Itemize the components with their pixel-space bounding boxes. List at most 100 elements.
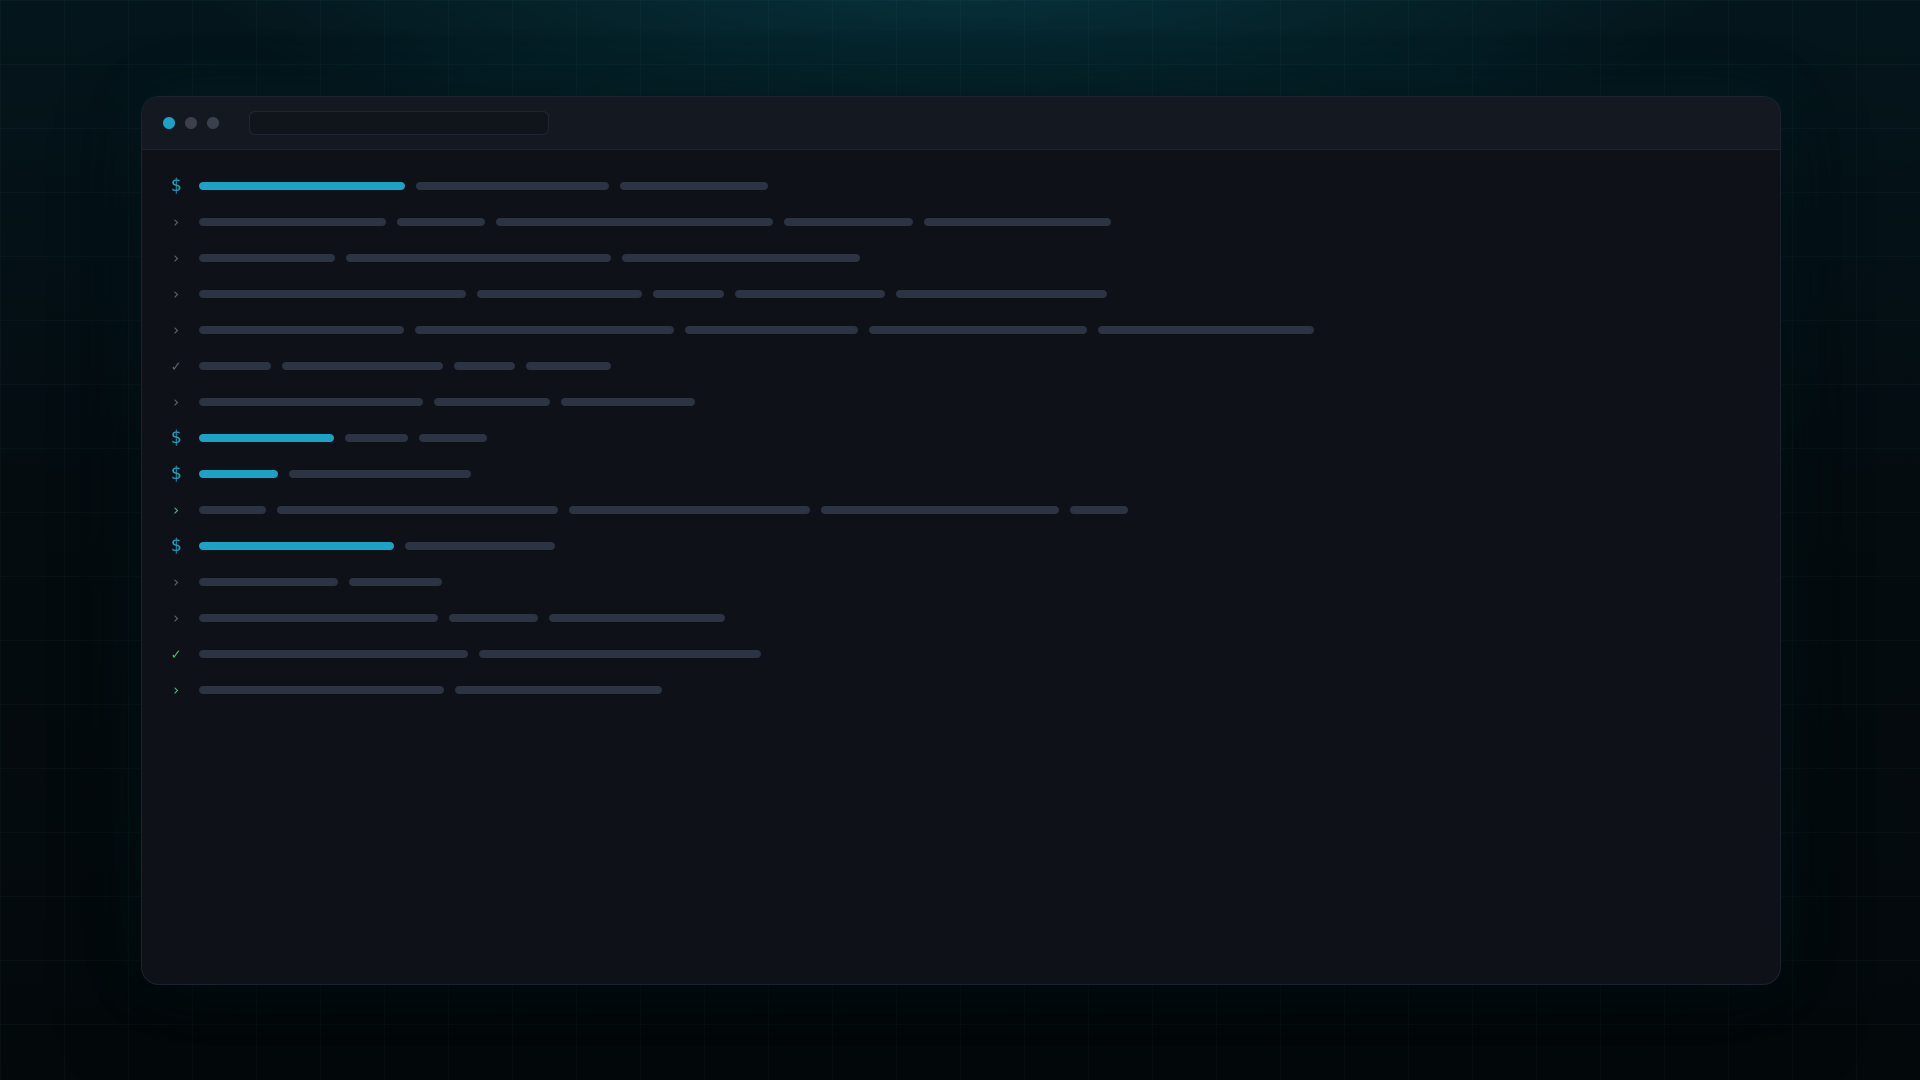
prompt-dollar-icon: $ bbox=[170, 427, 182, 448]
terminal-prompt-line: $ bbox=[142, 456, 1780, 492]
text-placeholder bbox=[784, 218, 913, 226]
text-placeholder bbox=[416, 182, 609, 190]
line-content bbox=[199, 326, 1325, 334]
chevron-right-icon: › bbox=[171, 501, 181, 519]
text-placeholder bbox=[199, 506, 266, 514]
window-dot-active[interactable] bbox=[163, 117, 175, 129]
text-placeholder bbox=[526, 362, 611, 370]
chevron-right-icon: › bbox=[171, 681, 181, 699]
text-placeholder bbox=[199, 650, 468, 658]
line-content bbox=[199, 290, 1118, 298]
text-placeholder bbox=[345, 434, 408, 442]
text-placeholder bbox=[434, 398, 550, 406]
text-placeholder bbox=[199, 362, 271, 370]
chevron-right-icon: › bbox=[171, 609, 181, 627]
terminal-output-line: › bbox=[142, 600, 1780, 636]
text-placeholder bbox=[199, 326, 404, 334]
text-placeholder bbox=[653, 290, 724, 298]
text-placeholder bbox=[622, 254, 860, 262]
terminal-output-line: › bbox=[142, 240, 1780, 276]
line-content bbox=[199, 362, 622, 370]
text-placeholder bbox=[449, 614, 538, 622]
command-text-placeholder bbox=[199, 434, 334, 442]
text-placeholder bbox=[349, 578, 442, 586]
text-placeholder bbox=[397, 218, 485, 226]
terminal-output-line: › bbox=[142, 204, 1780, 240]
chevron-right-icon: › bbox=[171, 249, 181, 267]
text-placeholder bbox=[569, 506, 810, 514]
terminal-prompt-line: $ bbox=[142, 420, 1780, 456]
line-content bbox=[199, 614, 736, 622]
text-placeholder bbox=[199, 254, 335, 262]
prompt-dollar-icon: $ bbox=[170, 535, 182, 556]
line-content bbox=[199, 650, 772, 658]
text-placeholder bbox=[277, 506, 558, 514]
line-content bbox=[199, 506, 1139, 514]
window-dot[interactable] bbox=[207, 117, 219, 129]
line-content bbox=[199, 578, 453, 586]
terminal-output-line: › bbox=[142, 384, 1780, 420]
chevron-right-icon: › bbox=[171, 213, 181, 231]
chevron-right-icon: › bbox=[171, 393, 181, 411]
command-text-placeholder bbox=[199, 542, 394, 550]
text-placeholder bbox=[419, 434, 487, 442]
text-placeholder bbox=[199, 290, 466, 298]
title-bar bbox=[142, 97, 1780, 150]
command-text-placeholder bbox=[199, 470, 278, 478]
terminal-output-line: ✓ bbox=[142, 348, 1780, 384]
terminal-body: $ › › › › ✓ › $ $ › $ › › ✓ › bbox=[142, 150, 1780, 708]
text-placeholder bbox=[896, 290, 1107, 298]
text-placeholder bbox=[454, 362, 515, 370]
text-placeholder bbox=[289, 470, 471, 478]
text-placeholder bbox=[199, 686, 444, 694]
text-placeholder bbox=[869, 326, 1087, 334]
chevron-right-icon: › bbox=[171, 321, 181, 339]
text-placeholder bbox=[549, 614, 725, 622]
text-placeholder bbox=[199, 398, 423, 406]
line-content bbox=[199, 254, 871, 262]
text-placeholder bbox=[346, 254, 611, 262]
terminal-prompt-line: $ bbox=[142, 528, 1780, 564]
text-placeholder bbox=[924, 218, 1111, 226]
line-content bbox=[199, 182, 779, 190]
line-content bbox=[199, 398, 706, 406]
text-placeholder bbox=[415, 326, 674, 334]
text-placeholder bbox=[477, 290, 642, 298]
text-placeholder bbox=[199, 614, 438, 622]
line-content bbox=[199, 542, 566, 550]
chevron-right-icon: › bbox=[171, 573, 181, 591]
text-placeholder bbox=[455, 686, 662, 694]
prompt-dollar-icon: $ bbox=[170, 463, 182, 484]
check-icon: ✓ bbox=[171, 357, 181, 375]
text-placeholder bbox=[199, 578, 338, 586]
text-placeholder bbox=[496, 218, 773, 226]
text-placeholder bbox=[1098, 326, 1314, 334]
command-text-placeholder bbox=[199, 182, 405, 190]
text-placeholder bbox=[479, 650, 761, 658]
text-placeholder bbox=[685, 326, 858, 334]
line-content bbox=[199, 218, 1122, 226]
line-content bbox=[199, 470, 482, 478]
text-placeholder bbox=[620, 182, 768, 190]
terminal-output-line: › bbox=[142, 672, 1780, 708]
terminal-output-line: › bbox=[142, 276, 1780, 312]
window-dot[interactable] bbox=[185, 117, 197, 129]
terminal-output-line: › bbox=[142, 492, 1780, 528]
line-content bbox=[199, 686, 673, 694]
terminal-prompt-line: $ bbox=[142, 168, 1780, 204]
terminal-window: $ › › › › ✓ › $ $ › $ › › ✓ › bbox=[141, 96, 1781, 985]
check-icon: ✓ bbox=[171, 645, 181, 663]
text-placeholder bbox=[561, 398, 695, 406]
text-placeholder bbox=[1070, 506, 1128, 514]
chevron-right-icon: › bbox=[171, 285, 181, 303]
text-placeholder bbox=[735, 290, 885, 298]
text-placeholder bbox=[199, 218, 386, 226]
address-bar[interactable] bbox=[249, 111, 549, 135]
terminal-output-line: › bbox=[142, 564, 1780, 600]
prompt-dollar-icon: $ bbox=[170, 175, 182, 196]
text-placeholder bbox=[405, 542, 555, 550]
terminal-output-line: ✓ bbox=[142, 636, 1780, 672]
text-placeholder bbox=[282, 362, 443, 370]
terminal-output-line: › bbox=[142, 312, 1780, 348]
text-placeholder bbox=[821, 506, 1059, 514]
